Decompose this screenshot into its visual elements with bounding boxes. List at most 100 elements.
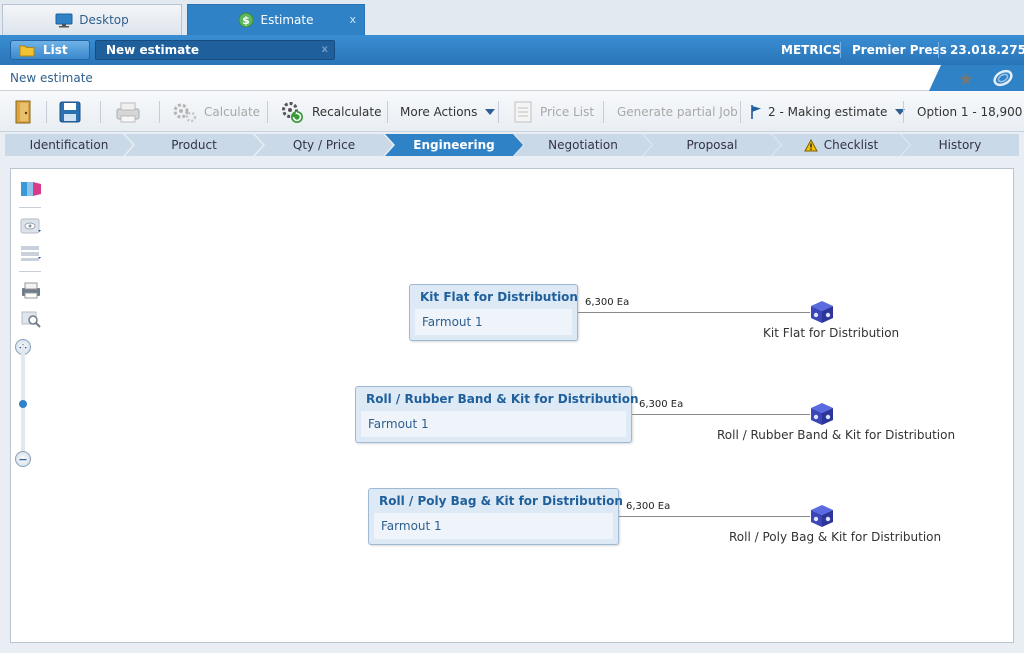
connector-line bbox=[632, 414, 810, 415]
window-tab-strip: Desktop $ Estimate x bbox=[0, 0, 1024, 35]
print-button[interactable] bbox=[114, 91, 142, 132]
divider bbox=[840, 42, 841, 58]
save-button[interactable] bbox=[58, 91, 82, 132]
door-icon bbox=[15, 100, 31, 123]
recalculate-icon bbox=[282, 101, 303, 123]
step-proposal[interactable]: Proposal bbox=[643, 134, 781, 156]
output-label: Roll / Rubber Band & Kit for Distributio… bbox=[717, 428, 956, 442]
status-label: 2 - Making estimate bbox=[768, 104, 888, 119]
company-name: Premier Press bbox=[852, 43, 947, 57]
generate-partial-job-button[interactable]: Generate partial Job bbox=[617, 91, 738, 132]
divider bbox=[19, 271, 41, 272]
option-label: Option 1 - 18,900 e bbox=[917, 104, 1024, 119]
diagram-node[interactable]: Roll / Rubber Band & Kit for Distributio… bbox=[355, 386, 638, 443]
save-icon bbox=[59, 101, 81, 122]
quantity-label: 6,300 Ea bbox=[585, 297, 630, 308]
attachment-icon[interactable] bbox=[992, 69, 1014, 87]
output-label: Kit Flat for Distribution bbox=[763, 326, 900, 340]
tab-estimate-close-icon[interactable]: x bbox=[349, 13, 356, 26]
chevron-down-icon bbox=[485, 108, 496, 115]
version-number: 23.018.275 bbox=[950, 43, 1024, 57]
step-label: Proposal bbox=[686, 138, 738, 152]
step-identification[interactable]: Identification bbox=[5, 134, 133, 156]
divider bbox=[387, 101, 388, 123]
book-icon[interactable] bbox=[19, 179, 43, 199]
warning-icon bbox=[804, 139, 818, 152]
list-button-label: List bbox=[43, 43, 68, 57]
generate-partial-job-label: Generate partial Job bbox=[617, 104, 738, 119]
app-header-bar: List New estimate x METRICS Premier Pres… bbox=[0, 35, 1024, 65]
divider bbox=[498, 101, 499, 123]
step-label: Identification bbox=[29, 138, 109, 152]
node-title: Roll / Rubber Band & Kit for Distributio… bbox=[366, 392, 639, 406]
toolbar: Calculate Recalculate More Actions Price… bbox=[0, 91, 1024, 132]
tab-estimate-label: Estimate bbox=[260, 13, 314, 27]
list-button[interactable]: List bbox=[10, 40, 90, 60]
layout-options-icon[interactable] bbox=[19, 243, 43, 263]
option-selector[interactable]: Option 1 - 18,900 e bbox=[917, 91, 1024, 132]
step-label: Negotiation bbox=[548, 138, 618, 152]
step-history[interactable]: History bbox=[901, 134, 1019, 156]
step-label: Product bbox=[171, 138, 217, 152]
quantity-label: 6,300 Ea bbox=[626, 501, 671, 512]
recalculate-button[interactable]: Recalculate bbox=[280, 91, 381, 132]
status-dropdown[interactable]: 2 - Making estimate bbox=[750, 91, 906, 132]
breadcrumb: New estimate bbox=[10, 71, 93, 85]
star-icon[interactable]: ★ bbox=[958, 69, 974, 90]
flag-icon bbox=[751, 104, 761, 119]
zoom-to-fit-icon[interactable] bbox=[19, 309, 43, 329]
svg-text:$: $ bbox=[243, 14, 251, 27]
product-cube-icon[interactable] bbox=[810, 504, 834, 528]
calculate-button[interactable]: Calculate bbox=[172, 91, 260, 132]
node-body: Farmout 1 bbox=[374, 513, 613, 539]
monitor-icon bbox=[55, 13, 73, 27]
node-body: Farmout 1 bbox=[361, 411, 626, 437]
product-cube-icon[interactable] bbox=[810, 300, 834, 324]
view-options-icon[interactable] bbox=[19, 216, 43, 236]
step-label: Qty / Price bbox=[292, 138, 356, 152]
step-checklist[interactable]: Checklist bbox=[772, 134, 910, 156]
price-list-label: Price List bbox=[540, 104, 595, 119]
divider bbox=[19, 207, 41, 208]
zoom-out-icon[interactable]: − bbox=[15, 451, 31, 467]
step-navigation: Identification Product Qty / Price Engin… bbox=[5, 134, 1019, 156]
divider bbox=[603, 101, 604, 123]
node-title: Kit Flat for Distribution bbox=[420, 290, 578, 304]
printer-icon bbox=[116, 102, 140, 122]
output-label: Roll / Poly Bag & Kit for Distribution bbox=[729, 530, 942, 544]
quantity-label: 6,300 Ea bbox=[639, 399, 684, 410]
document-title-tab[interactable]: New estimate x bbox=[95, 40, 335, 60]
connector-line bbox=[619, 516, 810, 517]
step-engineering[interactable]: Engineering bbox=[385, 134, 523, 156]
diagram-node[interactable]: Kit Flat for Distribution Farmout 1 bbox=[409, 284, 578, 341]
print-icon[interactable] bbox=[19, 280, 43, 300]
divider bbox=[903, 101, 904, 123]
divider bbox=[267, 101, 268, 123]
tab-desktop[interactable]: Desktop bbox=[2, 4, 182, 35]
tab-desktop-label: Desktop bbox=[79, 13, 129, 27]
document-close-icon[interactable]: x bbox=[322, 44, 328, 55]
divider bbox=[159, 101, 160, 123]
step-label: Engineering bbox=[413, 138, 495, 152]
recalculate-label: Recalculate bbox=[312, 104, 382, 119]
engineering-diagram-canvas[interactable]: + − Kit Flat for Distribution Farmout 1 … bbox=[10, 168, 1014, 643]
step-negotiation[interactable]: Negotiation bbox=[514, 134, 652, 156]
price-list-button[interactable]: Price List bbox=[512, 91, 594, 132]
step-label: History bbox=[938, 138, 982, 152]
zoom-slider-thumb[interactable] bbox=[19, 400, 27, 408]
tab-estimate[interactable]: $ Estimate x bbox=[187, 4, 365, 35]
diagram-node[interactable]: Roll / Poly Bag & Kit for Distribution F… bbox=[368, 488, 623, 545]
divider bbox=[938, 42, 939, 58]
divider bbox=[46, 101, 47, 123]
step-product[interactable]: Product bbox=[125, 134, 263, 156]
divider bbox=[740, 101, 741, 123]
metrics-link[interactable]: METRICS bbox=[781, 35, 841, 65]
product-cube-icon[interactable] bbox=[810, 402, 834, 426]
step-label: Checklist bbox=[823, 138, 879, 152]
node-title: Roll / Poly Bag & Kit for Distribution bbox=[379, 494, 623, 508]
step-qty-price[interactable]: Qty / Price bbox=[255, 134, 393, 156]
document-title: New estimate bbox=[106, 43, 200, 57]
more-actions-dropdown[interactable]: More Actions bbox=[400, 91, 496, 132]
money-icon: $ bbox=[238, 12, 254, 28]
exit-button[interactable] bbox=[12, 91, 36, 132]
